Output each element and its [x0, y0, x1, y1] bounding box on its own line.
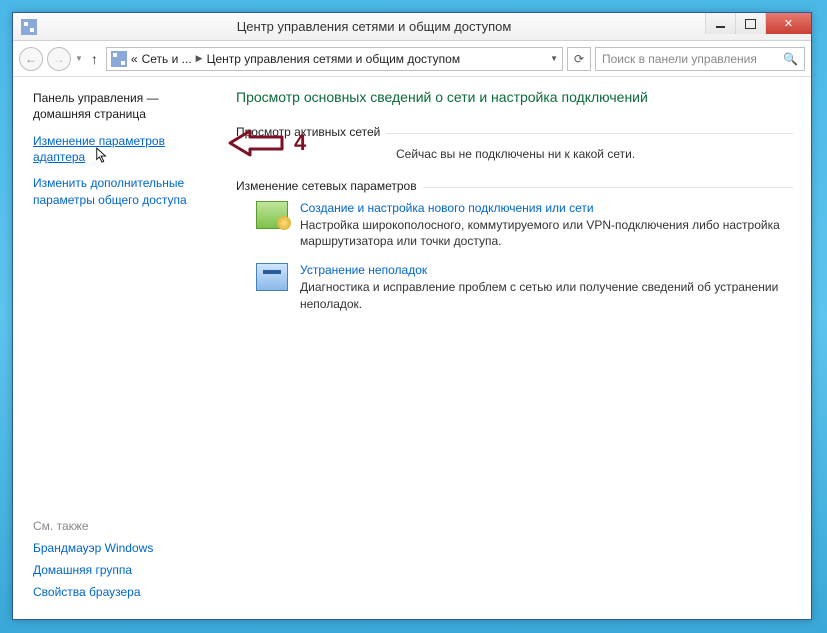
- crumb-current[interactable]: Центр управления сетями и общим доступом: [207, 52, 461, 66]
- footer-link-firewall[interactable]: Брандмауэр Windows: [33, 541, 218, 555]
- search-placeholder: Поиск в панели управления: [602, 52, 783, 66]
- item-troubleshoot: Устранение неполадок Диагностика и испра…: [256, 263, 793, 311]
- maximize-button[interactable]: [735, 13, 765, 34]
- window-buttons: [705, 13, 811, 40]
- link-new-connection[interactable]: Создание и настройка нового подключения …: [300, 201, 793, 215]
- footer-link-browser[interactable]: Свойства браузера: [33, 585, 218, 599]
- sidebar-home-line1[interactable]: Панель управления —: [33, 91, 218, 105]
- window: Центр управления сетями и общим доступом…: [12, 12, 812, 620]
- section-active-networks: Просмотр активных сетей: [236, 121, 793, 139]
- crumb-prefix: «: [131, 52, 138, 66]
- up-button[interactable]: ↑: [87, 51, 102, 67]
- back-button[interactable]: ←: [19, 47, 43, 71]
- troubleshoot-icon: [256, 263, 288, 291]
- cursor-icon: [95, 147, 109, 165]
- titlebar: Центр управления сетями и общим доступом: [13, 13, 811, 41]
- sidebar-link-sharing-settings[interactable]: Изменить дополнительные параметры общего…: [33, 175, 218, 207]
- item-texts: Создание и настройка нового подключения …: [300, 201, 793, 249]
- divider: [423, 187, 793, 188]
- active-networks-label: Просмотр активных сетей: [236, 125, 380, 139]
- close-button[interactable]: [765, 13, 811, 34]
- no-network-text: Сейчас вы не подключены ни к какой сети.: [396, 147, 793, 161]
- network-settings-label: Изменение сетевых параметров: [236, 179, 417, 193]
- item-new-connection: Создание и настройка нового подключения …: [256, 201, 793, 249]
- address-bar[interactable]: « Сеть и ... ▶ Центр управления сетями и…: [106, 47, 563, 71]
- sidebar-link-adapter-label: Изменение параметров адаптера: [33, 134, 165, 164]
- refresh-button[interactable]: ⟳: [567, 47, 591, 71]
- main-pane: Просмотр основных сведений о сети и наст…: [228, 77, 811, 619]
- page-heading: Просмотр основных сведений о сети и наст…: [236, 89, 793, 105]
- search-input[interactable]: Поиск в панели управления 🔍: [595, 47, 805, 71]
- window-title: Центр управления сетями и общим доступом: [43, 19, 705, 34]
- link-troubleshoot[interactable]: Устранение неполадок: [300, 263, 793, 277]
- body: Панель управления — домашняя страница Из…: [13, 77, 811, 619]
- sidebar-link-adapter-settings[interactable]: Изменение параметров адаптера: [33, 133, 218, 165]
- sidebar-home-line2[interactable]: домашняя страница: [33, 107, 218, 121]
- control-panel-icon: [21, 19, 37, 35]
- address-dropdown-icon[interactable]: ▼: [550, 54, 558, 63]
- sidebar-footer: См. также Брандмауэр Windows Домашняя гр…: [33, 519, 218, 609]
- history-dropdown-icon[interactable]: ▼: [75, 54, 83, 63]
- minimize-button[interactable]: [705, 13, 735, 34]
- footer-link-homegroup[interactable]: Домашняя группа: [33, 563, 218, 577]
- desc-troubleshoot: Диагностика и исправление проблем с сеть…: [300, 279, 793, 311]
- wizard-icon: [256, 201, 288, 229]
- search-icon[interactable]: 🔍: [783, 52, 798, 66]
- location-icon: [111, 51, 127, 67]
- forward-button[interactable]: →: [47, 47, 71, 71]
- section-network-settings: Изменение сетевых параметров: [236, 175, 793, 193]
- crumb-network[interactable]: Сеть и ...: [142, 52, 192, 66]
- see-also-label: См. также: [33, 519, 218, 533]
- sidebar: Панель управления — домашняя страница Из…: [13, 77, 228, 619]
- chevron-right-icon[interactable]: ▶: [196, 53, 203, 64]
- toolbar: ← → ▼ ↑ « Сеть и ... ▶ Центр управления …: [13, 41, 811, 77]
- divider: [386, 133, 793, 134]
- desc-new-connection: Настройка широкополосного, коммутируемог…: [300, 217, 793, 249]
- item-texts: Устранение неполадок Диагностика и испра…: [300, 263, 793, 311]
